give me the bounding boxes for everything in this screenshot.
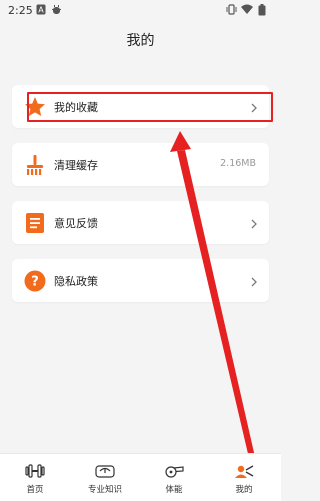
tab-fitness[interactable]: 体能 [146,454,202,501]
menu-item-label: 意见反馈 [54,217,98,230]
menu-item-label: 清理缓存 [54,159,98,172]
question-icon: ? [24,270,46,292]
highlight-box [27,92,273,122]
menu-item-privacy[interactable]: ? 隐私政策 [12,259,269,302]
bug-icon [51,4,62,18]
scale-icon [95,463,115,479]
font-a-icon: A [36,4,46,18]
whistle-icon [164,463,184,479]
vibrate-icon [226,4,237,18]
cache-size-value: 2.16MB [220,158,256,169]
status-bar: 2:25 A [0,0,281,22]
chevron-right-icon [250,273,258,292]
tab-mine[interactable]: 我的 [216,454,272,501]
svg-text:?: ? [31,275,39,290]
svg-text:A: A [38,6,44,15]
profile-icon [234,463,254,479]
chevron-right-icon [250,215,258,234]
tab-label: 我的 [235,485,253,495]
tab-label: 首页 [26,485,44,495]
menu-item-feedback[interactable]: 意见反馈 [12,201,269,244]
status-time: 2:25 [8,4,33,17]
page-title: 我的 [126,33,155,49]
wifi-icon [241,4,253,18]
annotation-arrow [170,131,255,458]
broom-icon [24,154,46,176]
feedback-doc-icon [24,212,46,234]
tab-label: 体能 [165,485,183,495]
menu-item-clear-cache[interactable]: 清理缓存 2.16MB [12,143,269,186]
battery-icon [258,4,266,19]
dumbbell-icon [25,463,45,479]
bottom-tab-bar: 首页 专业知识 体能 我的 [0,453,281,501]
menu-item-label: 隐私政策 [54,275,98,288]
tab-home[interactable]: 首页 [7,454,63,501]
tab-label: 专业知识 [87,485,122,495]
tab-knowledge[interactable]: 专业知识 [77,454,133,501]
